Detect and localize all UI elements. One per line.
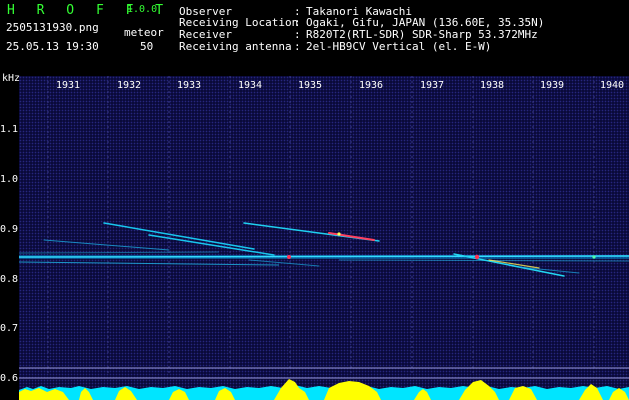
echo-peak <box>287 255 291 259</box>
time-tick-label: 1932 <box>116 80 142 91</box>
time-gridlines <box>47 76 595 376</box>
echo-peak <box>592 255 596 259</box>
y-tick-label: 0.8 <box>0 274 19 285</box>
meteor-trail <box>103 222 255 250</box>
time-tick-label: 1936 <box>358 80 384 91</box>
timestamp: 25.05.13 19:30 <box>6 40 99 53</box>
y-tick-label: 1.1 <box>0 124 19 135</box>
level-trace <box>19 385 629 400</box>
info-colon: : <box>294 40 301 53</box>
antenna-value: 2el-HB9CV Vertical (el. E-W) <box>306 40 492 53</box>
meteor-label: meteor <box>124 26 164 39</box>
y-tick-label: 0.9 <box>0 224 19 235</box>
time-tick-label: 1940 <box>599 80 625 91</box>
time-tick-label: 1931 <box>55 80 81 91</box>
time-tick-label: 1939 <box>539 80 565 91</box>
meteor-trail <box>518 266 580 274</box>
meteor-head <box>488 259 540 269</box>
spectrogram <box>19 76 629 400</box>
app-version: 1.0.0 <box>127 4 158 15</box>
y-tick-label: 0.7 <box>0 323 19 334</box>
meteor-trail <box>43 239 170 251</box>
khz-unit-label: kHz <box>2 73 21 84</box>
info-colon: : <box>294 16 301 29</box>
time-tick-label: 1937 <box>419 80 445 91</box>
info-colon: : <box>294 28 301 41</box>
time-tick-label: 1934 <box>237 80 263 91</box>
file-name: 2505131930.png <box>6 21 99 34</box>
time-tick-label: 1935 <box>297 80 323 91</box>
meteor-count: 50 <box>140 40 154 53</box>
carrier-line <box>19 261 280 266</box>
echo-peak <box>474 254 480 260</box>
y-tick-label: 0.6 <box>0 373 19 384</box>
carrier-band <box>19 251 629 266</box>
spectrogram-plot <box>19 76 629 400</box>
location-label: Receiving Location <box>179 16 299 29</box>
location-value: Ogaki, Gifu, JAPAN (136.60E, 35.35N) <box>306 16 545 29</box>
time-tick-label: 1938 <box>479 80 505 91</box>
meteor-trails <box>43 222 596 277</box>
y-tick-label: 1.0 <box>0 174 19 185</box>
antenna-label: Receiving antenna <box>179 40 292 53</box>
time-tick-label: 1933 <box>176 80 202 91</box>
receiver-value: R820T2(RTL-SDR) SDR-Sharp 53.372MHz <box>306 28 538 41</box>
carrier-line <box>19 255 629 258</box>
echo-peak <box>337 232 341 236</box>
hrofft-screen: H R O F F T 1.0.0 2505131930.png meteor … <box>0 0 629 400</box>
meteor-head <box>328 232 375 241</box>
receiver-label: Receiver <box>179 28 232 41</box>
carrier-line <box>19 251 220 254</box>
